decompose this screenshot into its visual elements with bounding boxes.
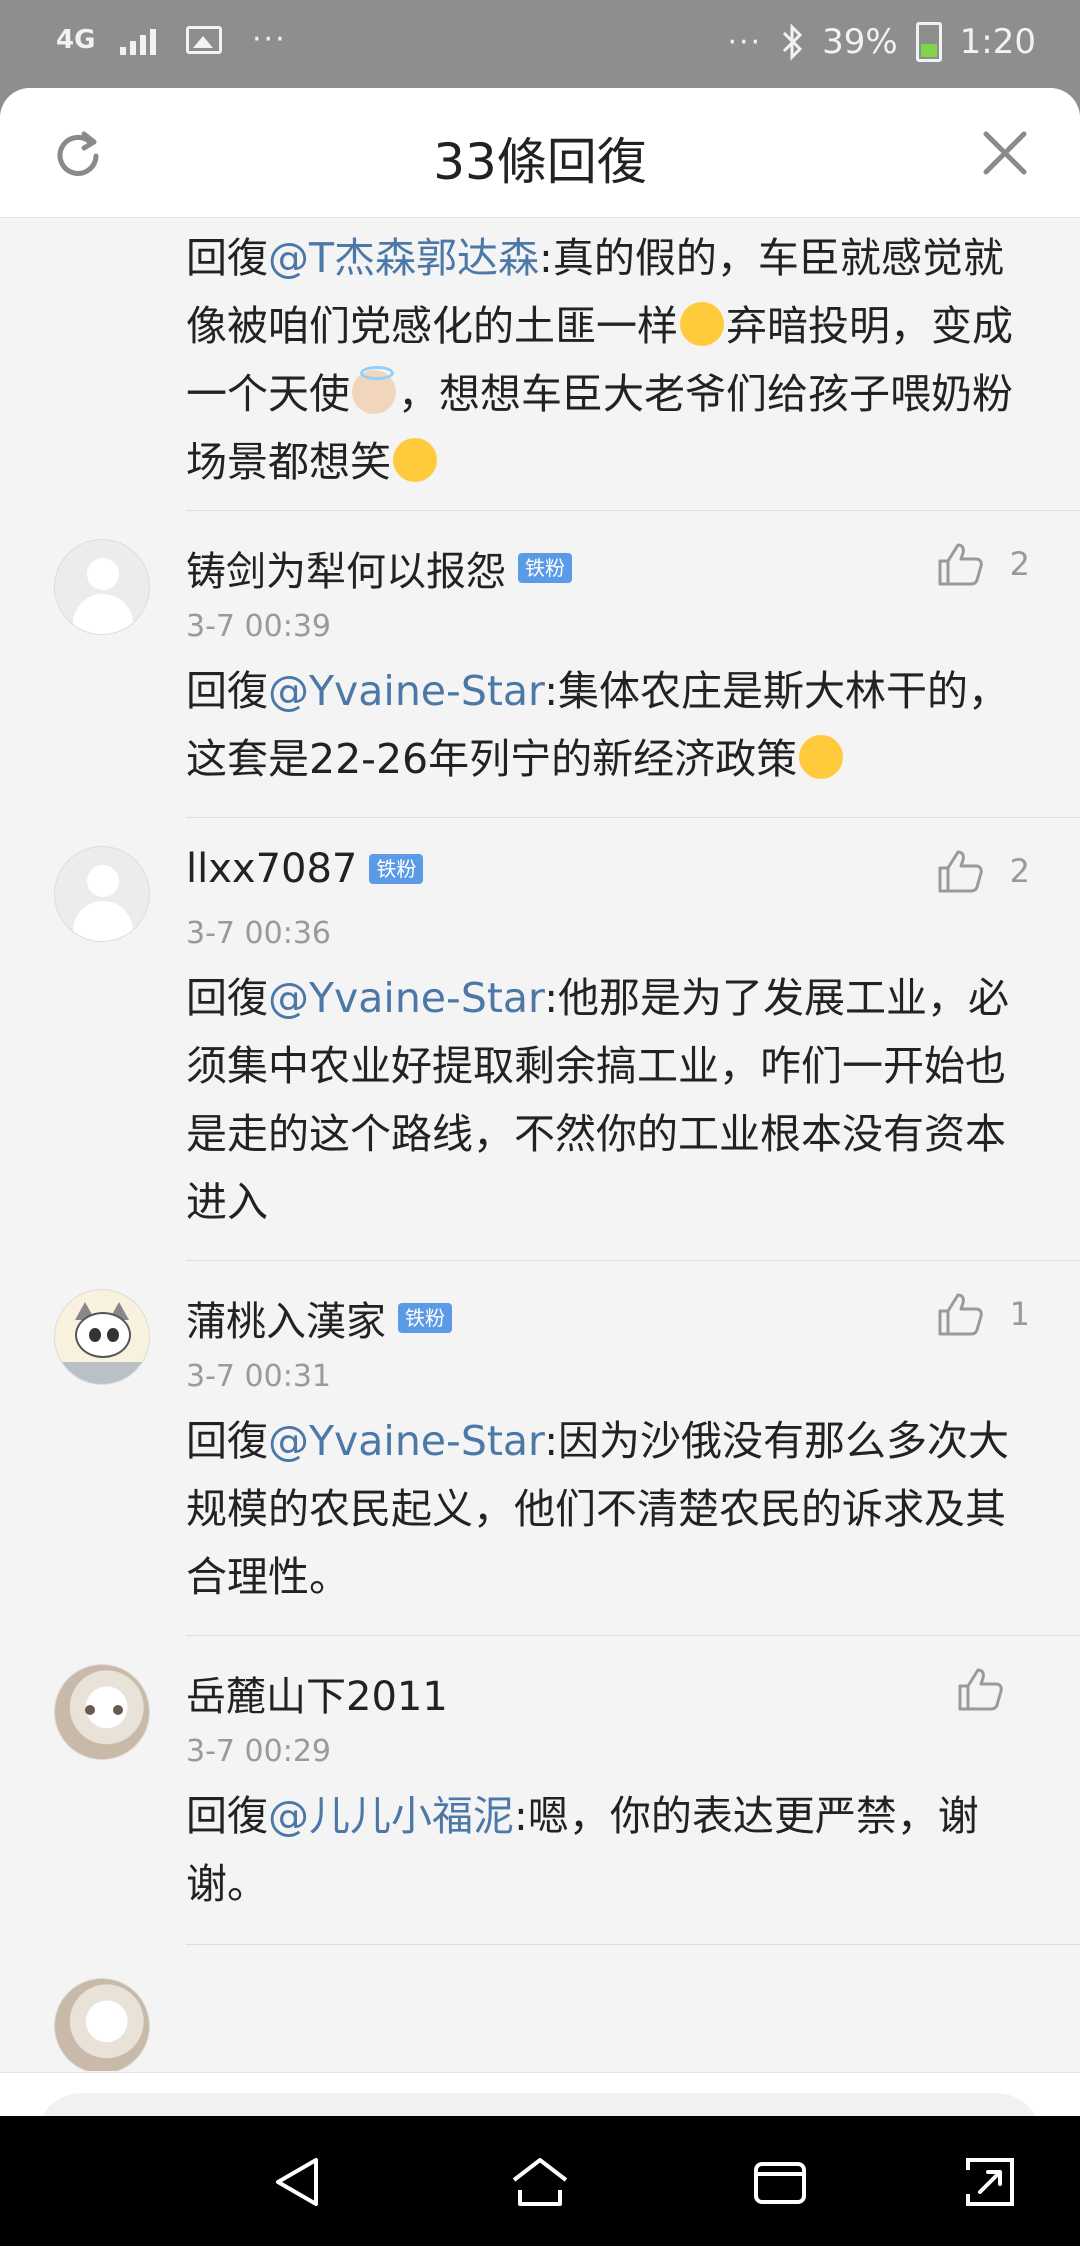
reply-text-partial: 回復@T杰森郭达森:真的假的，车臣就感觉就像被咱们党感化的土匪一样 弃暗投明，变成…: [186, 234, 1013, 486]
username[interactable]: 蒲桃入漢家 铁粉: [186, 1289, 452, 1347]
status-overflow: ···: [727, 24, 763, 60]
grinning-emoji: [393, 438, 437, 482]
timestamp: 3-7 00:29: [186, 1734, 331, 1769]
reply-input-bar: [0, 2072, 1080, 2116]
timestamp: 3-7 00:36: [186, 916, 331, 951]
mention-link[interactable]: @T杰森郭达森: [268, 234, 539, 282]
screen-rotate-icon[interactable]: [958, 2150, 1022, 2214]
home-icon[interactable]: [508, 2150, 572, 2214]
like-count: 2: [1009, 545, 1030, 583]
reply-item: llxx7087 铁粉 3-7 00:36 2 回復@Yvaine-Star:他那…: [0, 818, 1080, 1260]
username[interactable]: 铸剑为犁何以报怨 铁粉: [186, 539, 572, 597]
page-title: 33條回復: [433, 133, 647, 191]
notification-overflow: ···: [252, 22, 287, 57]
fan-badge: 铁粉: [518, 553, 572, 583]
username[interactable]: llxx7087 铁粉: [186, 846, 424, 892]
network-type-icon: 4G: [56, 24, 96, 55]
thumbs-up-icon: [938, 543, 983, 586]
blank-avatar[interactable]: [54, 846, 150, 942]
like-button[interactable]: 2: [936, 848, 1030, 894]
battery-icon: [915, 22, 942, 62]
reply-input[interactable]: [36, 2093, 1042, 2116]
timestamp: 3-7 00:39: [186, 609, 331, 644]
like-button[interactable]: 2: [936, 541, 1030, 587]
replies-sheet: 33條回復 回復@T杰森郭达森:真的假的，车臣就感觉就像被咱们党感化的土匪一样弃…: [0, 88, 1080, 2116]
like-count: 1: [1009, 1295, 1030, 1333]
reply-text: 回復@儿儿小福泥:嗯，你的表达更严禁，谢谢。: [186, 1792, 979, 1908]
blank-avatar[interactable]: [54, 539, 150, 635]
laughing-crying-emoji: [680, 302, 724, 346]
divider: [186, 1944, 1080, 1945]
reply-text: 回復@Yvaine-Star:他那是为了发展工业，必须集中农业好提取剩余搞工业，…: [186, 974, 1010, 1226]
like-button[interactable]: 1: [936, 1291, 1030, 1337]
mention-link[interactable]: @Yvaine-Star: [268, 667, 544, 715]
thumbs-up-icon: [938, 850, 983, 893]
thumbs-up-icon: [958, 1668, 1003, 1711]
sheet-header: 33條回復: [0, 88, 1080, 218]
reply-item: 铸剑为犁何以报怨 铁粉 3-7 00:39 2 回復@Yvaine-Star:集体…: [0, 511, 1080, 817]
battery-percent: 39%: [822, 22, 898, 62]
mention-link[interactable]: @Yvaine-Star: [268, 1417, 544, 1465]
reply-text: 回復@Yvaine-Star:因为沙俄没有那么多次大规模的农民起义，他们不清楚农…: [186, 1417, 1010, 1601]
recents-icon[interactable]: [748, 2150, 812, 2214]
like-button[interactable]: [956, 1666, 1030, 1712]
back-icon[interactable]: [266, 2150, 330, 2214]
image-icon: [186, 25, 222, 54]
like-count: 2: [1009, 852, 1030, 890]
photo-avatar[interactable]: [54, 1664, 150, 1760]
close-icon[interactable]: [980, 128, 1030, 178]
mention-link[interactable]: @儿儿小福泥: [268, 1792, 514, 1840]
fan-badge: 铁粉: [369, 854, 424, 884]
fan-badge: 铁粉: [398, 1303, 452, 1333]
next-reply-avatar[interactable]: [54, 1978, 150, 2071]
reply-item: 蒲桃入漢家 铁粉 3-7 00:31 1 回復@Yvaine-Star:因为沙俄没…: [0, 1261, 1080, 1635]
laughing-crying-emoji: [799, 735, 844, 779]
signal-icon: [120, 25, 156, 55]
reply-text: 回復@Yvaine-Star:集体农庄是斯大林干的，这套是22-26年列宁的新经…: [186, 667, 1010, 783]
clock: 1:20: [959, 22, 1036, 62]
angel-emoji: [352, 366, 396, 414]
cat-avatar[interactable]: [54, 1289, 150, 1385]
timestamp: 3-7 00:31: [186, 1359, 331, 1394]
navigation-bar: [0, 2116, 1080, 2246]
mention-link[interactable]: @Yvaine-Star: [268, 974, 544, 1022]
reply-item: 岳麓山下2011 3-7 00:29 回復@儿儿小福泥:嗯，你的表达更严禁，谢谢…: [0, 1636, 1080, 1944]
bluetooth-icon: [783, 23, 803, 61]
thumbs-up-icon: [938, 1293, 983, 1336]
username[interactable]: 岳麓山下2011: [186, 1664, 448, 1722]
replies-list[interactable]: 回復@T杰森郭达森:真的假的，车臣就感觉就像被咱们党感化的土匪一样 弃暗投明，变成…: [0, 218, 1080, 2071]
status-bar: 4G ··· ··· 39% 1:20: [0, 0, 1080, 88]
